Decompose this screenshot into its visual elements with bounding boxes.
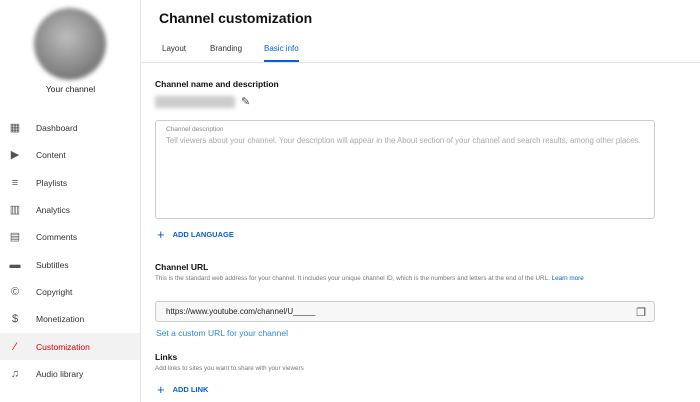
content-icon: ▶ <box>10 149 20 161</box>
add-link-label: ADD LINK <box>172 385 209 394</box>
sidebar-item-customization[interactable]: ⁄ Customization <box>0 333 140 360</box>
dashboard-icon: ▦ <box>9 122 21 134</box>
dollar-icon: $ <box>11 312 19 325</box>
plus-icon: + <box>157 227 165 242</box>
sidebar-item-label: Content <box>36 149 66 160</box>
sidebar-item-analytics[interactable]: ▥ Analytics <box>0 196 140 223</box>
channel-url-help: This is the standard web address for you… <box>155 274 645 284</box>
add-link-button[interactable]: + ADD LINK <box>157 382 208 397</box>
sidebar-item-label: Copyright <box>36 286 73 297</box>
channel-avatar[interactable] <box>34 8 106 80</box>
sidebar-item-comments[interactable]: ▤ Comments <box>0 223 140 250</box>
sidebar-item-label: Comments <box>36 231 78 242</box>
description-label: Channel description <box>166 126 224 133</box>
description-placeholder: Tell viewers about your channel. Your de… <box>166 136 641 145</box>
tabs: Layout Branding Basic info <box>142 38 700 63</box>
sidebar-item-label: Audio library <box>36 368 84 379</box>
tab-basic-info[interactable]: Basic info <box>264 44 299 62</box>
custom-url-link[interactable]: Set a custom URL for your channel <box>156 328 288 338</box>
sidebar-item-content[interactable]: ▶ Content <box>0 141 140 168</box>
url-value: https://www.youtube.com/channel/U_____ <box>166 307 316 316</box>
sidebar-item-label: Playlists <box>36 177 68 188</box>
main-content: Channel customization Layout Branding Ba… <box>142 0 700 402</box>
channel-name-blurred <box>155 96 235 108</box>
sidebar-item-monetization[interactable]: $ Monetization <box>0 305 140 332</box>
learn-more-link[interactable]: Learn more <box>552 275 584 282</box>
tab-branding[interactable]: Branding <box>210 44 242 60</box>
channel-url-field[interactable]: https://www.youtube.com/channel/U_____ ❐ <box>155 301 655 322</box>
name-description-heading: Channel name and description <box>155 79 279 89</box>
page-title: Channel customization <box>159 10 313 26</box>
sidebar-item-subtitles[interactable]: ▬ Subtitles <box>0 251 140 278</box>
links-help: Add links to sites you want to share wit… <box>155 365 304 372</box>
sidebar-item-label: Subtitles <box>36 259 69 270</box>
subtitles-icon: ▬ <box>9 258 21 271</box>
sidebar-item-copyright[interactable]: © Copyright <box>0 278 140 305</box>
channel-description-field[interactable]: Channel description Tell viewers about y… <box>155 120 655 219</box>
magic-wand-icon: ⁄ <box>14 340 16 353</box>
sidebar-item-dashboard[interactable]: ▦ Dashboard <box>0 114 140 141</box>
add-language-button[interactable]: + ADD LANGUAGE <box>157 227 234 242</box>
copyright-icon: © <box>10 285 20 298</box>
sidebar-item-playlists[interactable]: ≡ Playlists <box>0 169 140 196</box>
sidebar-item-audio-library[interactable]: ♫ Audio library <box>0 360 140 387</box>
edit-pencil-icon[interactable]: ✎ <box>241 95 250 108</box>
links-heading: Links <box>155 352 178 362</box>
tab-layout[interactable]: Layout <box>162 44 186 60</box>
sidebar-item-label: Customization <box>36 341 90 352</box>
plus-icon: + <box>157 382 165 397</box>
url-help-text: This is the standard web address for you… <box>155 275 550 282</box>
sidebar-item-label: Monetization <box>36 313 85 324</box>
comments-icon: ▤ <box>9 231 21 243</box>
add-language-label: ADD LANGUAGE <box>172 230 234 239</box>
analytics-icon: ▥ <box>9 204 21 216</box>
sidebar-item-label: Dashboard <box>36 122 78 133</box>
sidebar-item-label: Analytics <box>36 204 71 215</box>
playlists-icon: ≡ <box>11 176 19 189</box>
sidebar: Your channel ▦ Dashboard ▶ Content ≡ Playli… <box>0 0 141 402</box>
your-channel-label[interactable]: Your channel <box>0 84 141 94</box>
channel-url-heading: Channel URL <box>155 262 209 272</box>
audio-library-icon: ♫ <box>10 367 20 380</box>
copy-icon[interactable]: ❐ <box>636 306 646 319</box>
